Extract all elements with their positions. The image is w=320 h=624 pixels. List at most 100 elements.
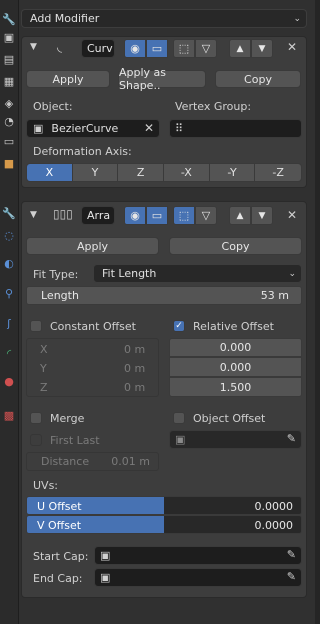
- realtime-toggle[interactable]: ◉: [124, 206, 146, 225]
- const-y-value[interactable]: 0 m: [124, 362, 145, 375]
- relative-offset-checkbox[interactable]: ✓: [173, 320, 185, 332]
- object-data-icon[interactable]: ʃ: [2, 316, 16, 330]
- curve-copy-label: Copy: [244, 72, 272, 86]
- array-modifier-box: [21, 201, 307, 598]
- apply-as-shape-button[interactable]: Apply as Shape..: [118, 66, 206, 92]
- array-copy-label: Copy: [221, 239, 250, 253]
- v-offset-slider[interactable]: V Offset 0.0000: [26, 515, 302, 534]
- end-cap-field[interactable]: ▣ ✎: [94, 568, 302, 587]
- constant-offset-checkbox[interactable]: [30, 320, 42, 332]
- texture-icon[interactable]: ●: [2, 374, 16, 388]
- move-up-button[interactable]: ▲: [229, 206, 251, 225]
- display-toggle[interactable]: ▭: [146, 206, 168, 225]
- length-field[interactable]: Length 53 m: [26, 286, 302, 305]
- uvs-label: UVs:: [33, 479, 59, 492]
- display-toggle[interactable]: ▭: [146, 39, 168, 58]
- u-offset-label: U Offset: [37, 500, 82, 513]
- curve-apply-button[interactable]: Apply: [26, 70, 110, 88]
- axis-x-button[interactable]: X: [27, 164, 73, 181]
- oncage-toggle[interactable]: ▽: [195, 39, 217, 58]
- realtime-toggle[interactable]: ◉: [124, 39, 146, 58]
- curve-modifier-name-field[interactable]: Curv: [81, 39, 115, 58]
- oncage-toggle[interactable]: ▽: [195, 206, 217, 225]
- curve-copy-button[interactable]: Copy: [215, 70, 301, 88]
- tool-icon[interactable]: 🔧: [2, 12, 16, 26]
- array-apply-label: Apply: [76, 239, 109, 253]
- axis-z-button[interactable]: Z: [118, 164, 165, 181]
- const-z-value[interactable]: 0 m: [124, 381, 145, 394]
- chevron-down-icon: ⌄: [293, 13, 301, 24]
- particles-icon[interactable]: ◌: [2, 228, 16, 242]
- camera-icon: ◉: [130, 209, 140, 222]
- object-offset-checkbox[interactable]: [173, 412, 185, 424]
- output-icon[interactable]: ▤: [2, 52, 16, 66]
- axis-neg-y-button[interactable]: -Y: [209, 164, 256, 181]
- eyedropper-icon[interactable]: ✎: [287, 570, 296, 583]
- vertex-triangle-icon: ▽: [201, 209, 211, 222]
- constraints-icon[interactable]: ⚲: [2, 286, 16, 300]
- object-type-icon: ▣: [100, 549, 111, 562]
- checker-icon[interactable]: ▩: [2, 408, 16, 422]
- move-down-button[interactable]: ▼: [251, 39, 273, 58]
- merge-checkbox[interactable]: [30, 412, 42, 424]
- scene-icon[interactable]: ◈: [2, 96, 16, 110]
- move-up-button[interactable]: ▲: [229, 39, 251, 58]
- distance-field[interactable]: Distance 0.01 m: [26, 452, 159, 471]
- move-down-button[interactable]: ▼: [251, 206, 273, 225]
- editmode-toggle[interactable]: ⬚: [173, 39, 195, 58]
- axis-neg-z-button[interactable]: -Z: [255, 164, 301, 181]
- rel-z-field[interactable]: 1.500: [169, 377, 302, 397]
- const-y-label: Y: [40, 362, 47, 375]
- vertex-group-field[interactable]: ⠿: [169, 119, 302, 138]
- u-offset-slider[interactable]: U Offset 0.0000: [26, 496, 302, 515]
- array-modifier-name-field[interactable]: Arra: [81, 206, 115, 225]
- object-type-icon: ▣: [100, 571, 111, 584]
- collapse-triangle-icon[interactable]: ▼: [30, 210, 37, 220]
- fit-type-dropdown[interactable]: Fit Length ⌄: [93, 264, 302, 283]
- editmode-icon: ⬚: [178, 209, 190, 222]
- const-z-label: Z: [40, 381, 48, 394]
- modifier-icon[interactable]: 🔧: [2, 206, 16, 220]
- vertex-triangle-icon: ▽: [201, 42, 211, 55]
- editmode-toggle[interactable]: ⬚: [173, 206, 195, 225]
- object-icon[interactable]: ■: [2, 156, 16, 170]
- eyedropper-icon[interactable]: ✎: [287, 548, 296, 561]
- physics-icon[interactable]: ◐: [2, 256, 16, 270]
- axis-y-button[interactable]: Y: [72, 164, 119, 181]
- triangle-down-icon: ▼: [258, 210, 266, 221]
- curve-modifier-name: Curv: [87, 42, 113, 55]
- monitor-icon: ▭: [151, 42, 163, 55]
- length-label: Length: [41, 289, 79, 302]
- array-copy-button[interactable]: Copy: [169, 237, 302, 255]
- start-cap-field[interactable]: ▣ ✎: [94, 546, 302, 565]
- object-field[interactable]: ▣ BezierCurve ✕: [26, 119, 160, 138]
- distance-label: Distance: [41, 455, 90, 468]
- eyedropper-icon[interactable]: ✎: [287, 432, 296, 445]
- array-apply-button[interactable]: Apply: [26, 237, 159, 255]
- triangle-up-icon: ▲: [236, 43, 244, 54]
- remove-modifier-close-icon[interactable]: ✕: [287, 208, 297, 222]
- merge-label: Merge: [50, 412, 85, 425]
- collapse-triangle-icon[interactable]: ▼: [30, 42, 37, 52]
- axis-neg-x-button[interactable]: -X: [164, 164, 210, 181]
- collection-icon[interactable]: ▭: [2, 134, 16, 148]
- rel-y-field[interactable]: 0.000: [169, 357, 302, 377]
- const-x-value[interactable]: 0 m: [124, 343, 145, 356]
- length-value: 53 m: [260, 289, 289, 302]
- v-offset-label: V Offset: [37, 519, 82, 532]
- material-icon[interactable]: ◜: [2, 346, 16, 360]
- remove-modifier-close-icon[interactable]: ✕: [287, 40, 297, 54]
- clear-object-close-icon[interactable]: ✕: [144, 121, 154, 135]
- camera-icon: ◉: [130, 42, 140, 55]
- offset-object-field[interactable]: ▣ ✎: [169, 430, 302, 449]
- fit-type-value: Fit Length: [102, 267, 157, 280]
- render-icon[interactable]: ▣: [2, 30, 16, 44]
- add-modifier-dropdown[interactable]: Add Modifier ⌄: [21, 9, 307, 28]
- world-icon[interactable]: ◔: [2, 114, 16, 128]
- add-modifier-label: Add Modifier: [30, 12, 100, 25]
- checkmark-icon: ✓: [175, 321, 183, 331]
- triangle-up-icon: ▲: [236, 210, 244, 221]
- first-last-checkbox[interactable]: [30, 434, 42, 446]
- view-layer-icon[interactable]: ▦: [2, 74, 16, 88]
- rel-x-field[interactable]: 0.000: [169, 338, 302, 357]
